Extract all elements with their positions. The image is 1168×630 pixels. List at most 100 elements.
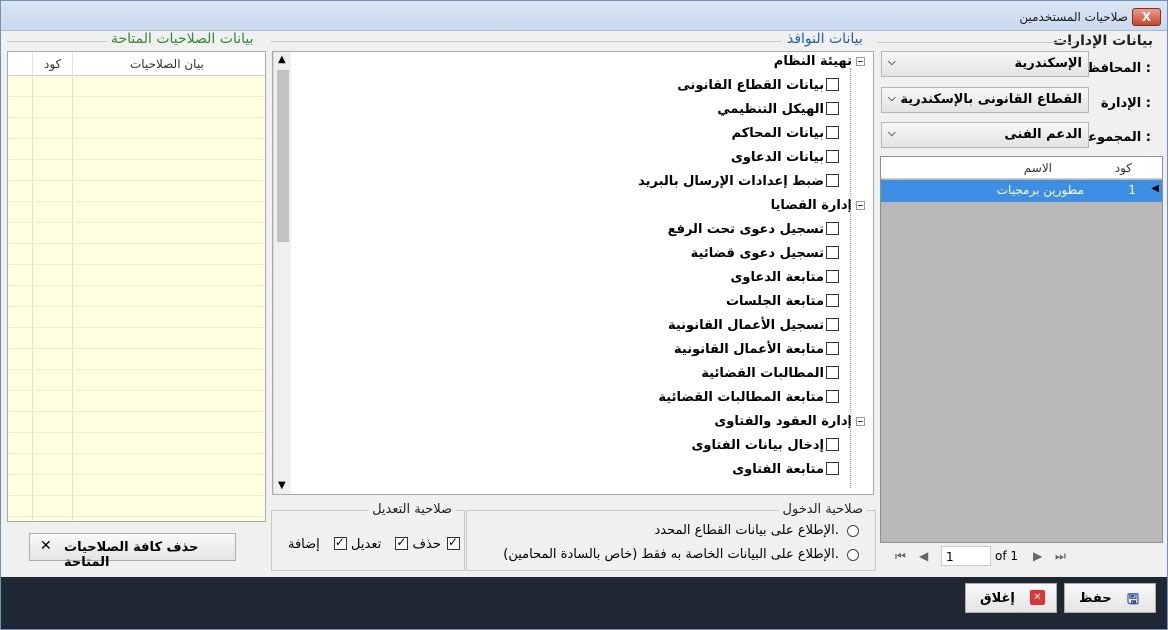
close-window-button[interactable]: X xyxy=(1132,8,1161,26)
modify-permission-label: تعديل xyxy=(351,537,382,552)
tree-connector-line xyxy=(850,68,851,488)
edit-legend: صلاحية التعديل xyxy=(368,502,456,517)
last-page-icon[interactable]: ⏭ xyxy=(1055,549,1066,564)
edit-permission-group: صلاحية التعديل حذف تعديل إضافة xyxy=(271,502,465,571)
row-pointer-icon: ◀ xyxy=(1151,183,1159,194)
group-select[interactable]: الدعم الفنى ⌵ xyxy=(881,122,1089,148)
tree-window-item[interactable]: تسجيل الأعمال القانونية xyxy=(668,318,839,340)
table-row[interactable]: ◀ 1 مطورين برمجيات xyxy=(881,180,1162,202)
permissions-window: ضبط صلاحيات المستخدمين X بيانات الإدارات… xyxy=(0,0,1168,630)
permissions-section-title: بيانات الصلاحيات المتاحة xyxy=(111,31,254,47)
tree-item-checkbox[interactable] xyxy=(826,294,839,307)
governorate-value: الإسكندرية xyxy=(1014,56,1082,71)
radio-button[interactable] xyxy=(847,548,859,561)
grid-row-line xyxy=(8,159,265,160)
tree-item-checkbox[interactable] xyxy=(826,342,839,355)
tree-item-checkbox[interactable] xyxy=(826,270,839,283)
tree-scrollbar[interactable]: ▲ ▼ xyxy=(273,52,291,494)
tree-window-item[interactable]: متابعة المطالبات القضائية xyxy=(658,390,839,412)
page-total: of 1 xyxy=(995,549,1019,563)
tree-item-checkbox[interactable] xyxy=(826,102,839,115)
radio-button[interactable] xyxy=(847,524,859,537)
tree-window-item[interactable]: المطالبات القضائية xyxy=(701,366,839,388)
grid-row-line xyxy=(8,117,265,118)
tree-item-checkbox[interactable] xyxy=(826,78,839,91)
perm-col-description: بيان الصلاحيات xyxy=(130,57,204,71)
grid-row-line xyxy=(8,285,265,286)
grid-pager: ⏮ ◀ 1 of 1 ▶ ⏭ xyxy=(881,545,1163,569)
tree-item-checkbox[interactable] xyxy=(826,174,839,187)
tree-window-item[interactable]: بيانات المحاكم xyxy=(732,126,839,148)
next-page-icon[interactable]: ▶ xyxy=(1033,549,1042,563)
tree-item-label: ضبط إعدادات الإرسال بالبريد xyxy=(638,174,824,189)
tree-window-item[interactable]: بيانات الدعاوى xyxy=(731,150,839,172)
tree-window-item[interactable]: تسجيل دعوى قضائية xyxy=(691,246,839,268)
groups-grid[interactable]: كود الاسم ◀ 1 مطورين برمجيات xyxy=(880,156,1163,543)
tree-item-checkbox[interactable] xyxy=(826,246,839,259)
tree-item-label: الهيكل التنظيمي xyxy=(717,102,824,117)
tree-window-item[interactable]: متابعة الدعاوى xyxy=(731,270,839,292)
add-permission-label: إضافة xyxy=(287,537,320,552)
scroll-thumb[interactable] xyxy=(277,70,289,242)
tree-window-item[interactable]: متابعة الجلسات xyxy=(726,294,839,316)
permissions-grid[interactable]: بيان الصلاحيات كود xyxy=(7,51,266,522)
tree-item-checkbox[interactable] xyxy=(826,390,839,403)
delete-all-permissions-button[interactable]: ✕ حذف كافة الصلاحيات المتاحة xyxy=(29,533,236,570)
collapse-toggle-icon[interactable]: − xyxy=(856,201,865,210)
tree-window-item[interactable]: إدخال بيانات الفتاوى xyxy=(692,438,839,460)
grid-row-line xyxy=(8,201,265,202)
delete-permission-checkbox[interactable] xyxy=(395,535,409,550)
tree-item-checkbox[interactable] xyxy=(826,438,839,451)
close-label: إغلاق xyxy=(980,591,1015,606)
tree-window-item[interactable]: بيانات القطاع القانونى xyxy=(677,78,839,100)
tree-item-checkbox[interactable] xyxy=(826,318,839,331)
tree-item-checkbox[interactable] xyxy=(826,366,839,379)
tree-window-item[interactable]: الهيكل التنظيمي xyxy=(717,102,839,124)
tree-group-node[interactable]: إدارة العقود والفتاوى − xyxy=(714,414,865,436)
grid-row-line xyxy=(8,180,265,181)
tree-item-checkbox[interactable] xyxy=(826,126,839,139)
access-option-1-label: الإطلاع على بيانات القطاع المحدد. xyxy=(654,523,839,538)
tree-item-label: تسجيل الأعمال القانونية xyxy=(667,318,824,333)
save-button[interactable]: 🖫 حفظ xyxy=(1064,583,1156,613)
department-value: القطاع القانونى بالإسكندرية xyxy=(900,92,1082,107)
tree-window-item[interactable]: متابعة الفتاوى xyxy=(732,462,839,484)
tree-item-label: بيانات المحاكم xyxy=(731,126,824,141)
scroll-down-icon[interactable]: ▼ xyxy=(278,480,286,491)
access-option-2[interactable]: الإطلاع على البيانات الخاصة به فقط (خاص … xyxy=(503,547,859,562)
footer-bar: 🖫 حفظ ✕ إغلاق xyxy=(1,577,1167,629)
windows-section-title: بيانات النوافذ xyxy=(787,31,863,47)
access-option-2-label: الإطلاع على البيانات الخاصة به فقط (خاص … xyxy=(503,547,839,562)
tree-window-item[interactable]: تسجيل دعوى تحت الرفع xyxy=(668,222,839,244)
tree-group-label: تهيئة النظام xyxy=(773,54,852,69)
access-option-1[interactable]: الإطلاع على بيانات القطاع المحدد. xyxy=(654,523,859,538)
tree-group-node[interactable]: تهيئة النظام − xyxy=(774,54,865,76)
grid-row-line xyxy=(8,516,265,517)
page-number-input[interactable]: 1 xyxy=(941,546,991,566)
groups-grid-header: كود الاسم xyxy=(881,157,1162,179)
permissions-grid-header: بيان الصلاحيات كود xyxy=(8,52,265,76)
add-permission-checkbox[interactable] xyxy=(447,535,460,550)
governorate-select[interactable]: الإسكندرية ⌵ xyxy=(881,51,1089,77)
prev-page-icon[interactable]: ◀ xyxy=(919,549,928,563)
chevron-down-icon: ⌵ xyxy=(888,128,896,139)
first-page-icon[interactable]: ⏮ xyxy=(895,549,906,564)
tree-item-checkbox[interactable] xyxy=(826,462,839,475)
collapse-toggle-icon[interactable]: − xyxy=(856,57,865,66)
collapse-toggle-icon[interactable]: − xyxy=(856,417,865,426)
department-select[interactable]: القطاع القانونى بالإسكندرية ⌵ xyxy=(881,87,1089,113)
title-bar: ضبط صلاحيات المستخدمين X xyxy=(1,1,1167,31)
tree-window-item[interactable]: ضبط إعدادات الإرسال بالبريد xyxy=(638,174,839,196)
tree-group-label: إدارة العقود والفتاوى xyxy=(714,414,852,429)
tree-item-label: تسجيل دعوى قضائية xyxy=(690,246,824,261)
close-button[interactable]: ✕ إغلاق xyxy=(965,583,1057,613)
modify-permission-checkbox[interactable] xyxy=(333,535,347,550)
windows-divider xyxy=(271,41,781,42)
tree-window-item[interactable]: متابعة الأعمال القانونية xyxy=(674,342,839,364)
permissions-divider xyxy=(7,41,107,42)
tree-item-checkbox[interactable] xyxy=(826,222,839,235)
windows-tree[interactable]: ▲ ▼ تهيئة النظام − بيانات القطاع القانونى ا… xyxy=(272,51,874,495)
scroll-up-icon[interactable]: ▲ xyxy=(278,54,286,65)
grid-row-line xyxy=(8,432,265,433)
tree-item-checkbox[interactable] xyxy=(826,150,839,163)
